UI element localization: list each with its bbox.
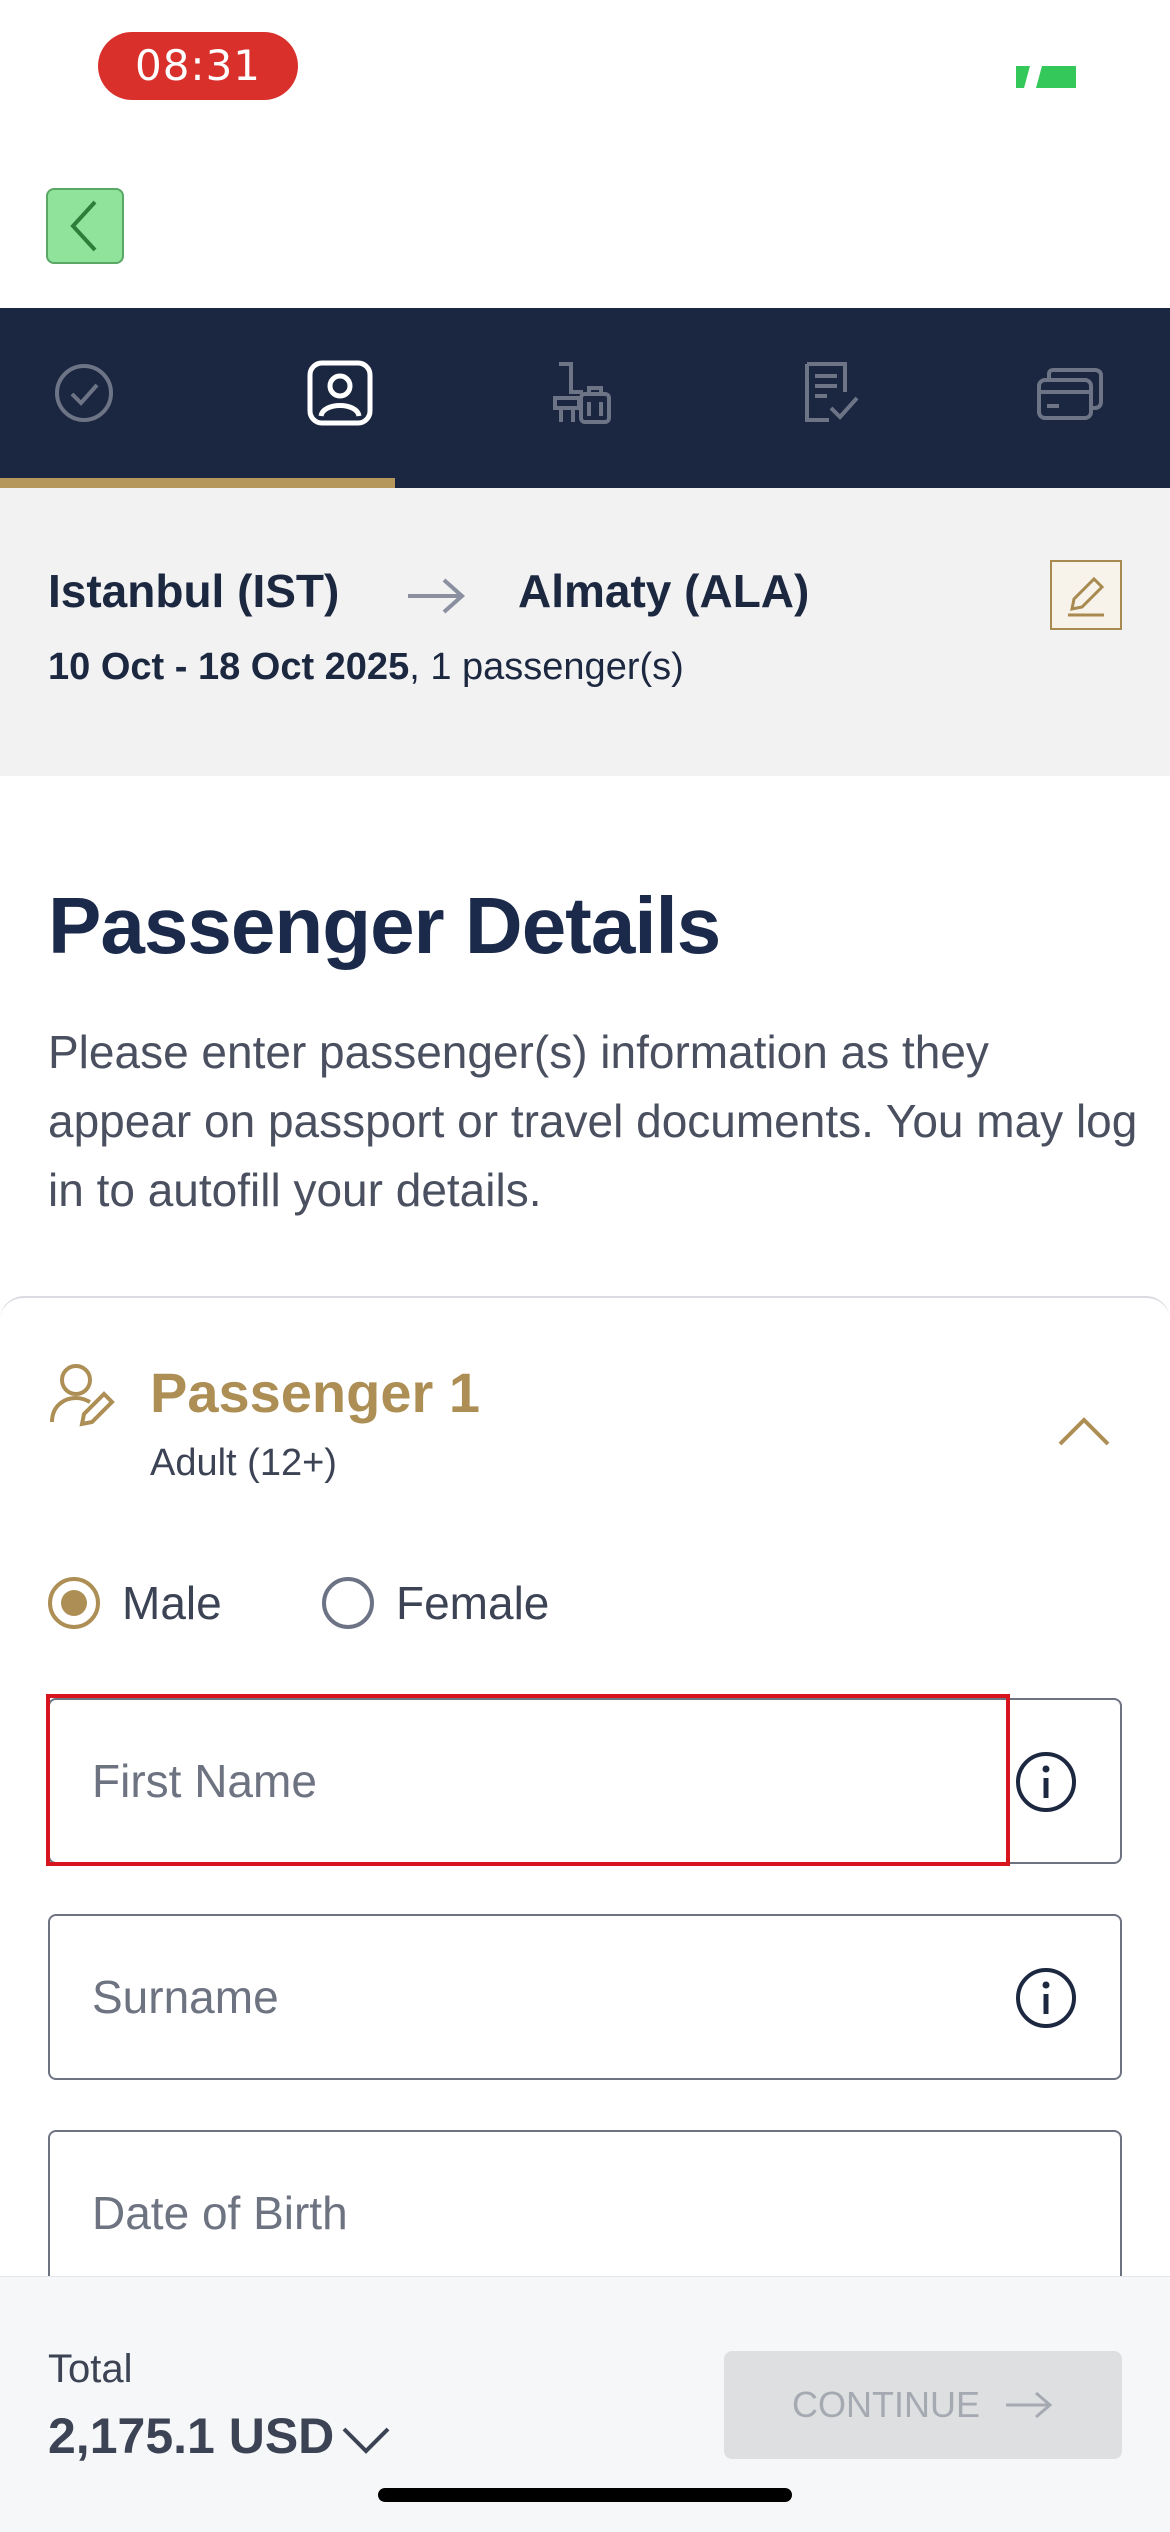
status-bar: 08:31 [0,0,1170,150]
page-description: Please enter passenger(s) information as… [48,1026,1138,1216]
passenger-type: Adult (12+) [150,1442,337,1484]
chevron-left-icon [70,200,97,252]
document-check-icon [805,362,859,422]
route-origin: Istanbul (IST) [48,565,340,617]
radio-female[interactable] [322,1577,374,1629]
route-passenger-count: , 1 passenger(s) [409,646,684,688]
arrow-right-icon [408,578,466,614]
date-of-birth-field [48,2130,1122,2296]
passenger-edit-icon [50,1364,115,1427]
gender-female-option[interactable]: Female [322,1576,549,1630]
passenger-profile-icon [307,360,373,426]
surname-input[interactable] [50,1916,1120,2078]
passenger-details-screen: 08:31 Istanbul (IST) Almaty (ALA) 10 Oct… [0,0,1170,2532]
route-summary: Istanbul (IST) Almaty (ALA) 10 Oct - 18 … [0,488,1170,776]
radio-male[interactable] [48,1577,100,1629]
info-icon[interactable] [1014,1966,1078,2030]
booking-stepper [0,308,1170,488]
chevron-down-icon[interactable] [340,2423,392,2459]
edit-search-button[interactable] [1050,560,1122,630]
check-circle-icon [55,364,113,422]
gender-male-label: Male [122,1577,222,1629]
passenger-title: Passenger 1 [150,1361,480,1424]
step-summary[interactable] [790,353,870,433]
route-destination: Almaty (ALA) [518,565,810,617]
surname-field [48,1914,1122,2080]
total-label: Total [48,2347,133,2391]
first-name-field [48,1698,1122,1864]
continue-button[interactable]: CONTINUE [724,2351,1122,2459]
route-dates: 10 Oct - 18 Oct 2025 [48,646,410,688]
total-amount[interactable]: 2,175.1 USD [48,2407,334,2465]
step-payment[interactable] [1030,353,1110,433]
info-icon[interactable] [1014,1750,1078,1814]
pencil-icon [1068,576,1105,617]
first-name-input[interactable] [50,1700,1120,1862]
step-progress-bar [0,478,395,488]
step-flights[interactable] [44,353,124,433]
gender-male-option[interactable]: Male [48,1576,222,1630]
step-passengers[interactable] [300,353,380,433]
battery-icon [1016,66,1076,88]
gender-female-label: Female [396,1577,550,1629]
step-seats-baggage[interactable] [540,353,620,433]
seat-baggage-icon [553,362,611,424]
back-button[interactable] [46,188,124,264]
page-title: Passenger Details [48,881,721,970]
arrow-right-icon [1006,2391,1053,2419]
chevron-up-icon[interactable] [1056,1410,1112,1450]
home-indicator [378,2488,792,2502]
credit-card-icon [1037,368,1103,420]
date-of-birth-input[interactable] [50,2132,1120,2294]
route-dates-passengers: 10 Oct - 18 Oct 2025, 1 passenger(s) [48,646,684,689]
continue-label: CONTINUE [792,2384,980,2425]
status-time: 08:31 [98,32,298,100]
